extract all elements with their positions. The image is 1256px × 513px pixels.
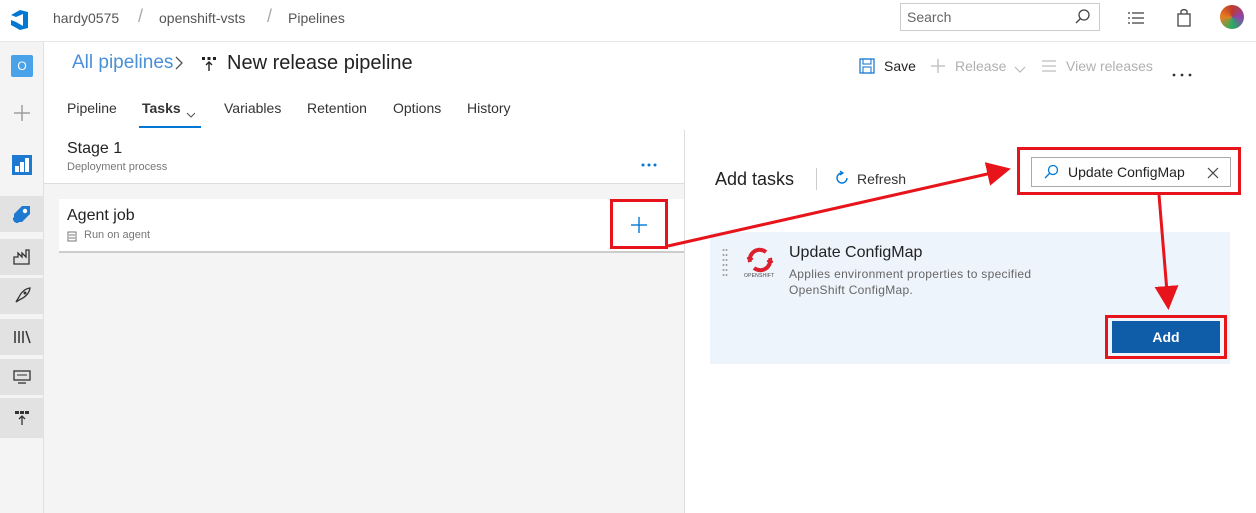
refresh-icon: [834, 170, 850, 191]
release-label: Release: [955, 58, 1007, 74]
server-icon: [67, 229, 77, 247]
boards-icon[interactable]: [0, 147, 44, 183]
tab-pipeline[interactable]: Pipeline: [67, 100, 117, 116]
search-icon: [1043, 164, 1059, 185]
tab-options[interactable]: Options: [393, 100, 441, 116]
agent-job-name: Agent job: [67, 207, 135, 224]
task-description-line-2: OpenShift ConfigMap.: [789, 283, 914, 297]
agent-job[interactable]: Agent job Run on agent: [59, 199, 684, 253]
process-pane: [44, 130, 685, 513]
openshift-logo-text: OPENSHIFT: [744, 273, 775, 279]
add-icon[interactable]: [0, 95, 44, 131]
task-name: Update ConfigMap: [789, 244, 923, 261]
task-description-line-1: Applies environment properties to specif…: [789, 267, 1032, 281]
project-item[interactable]: O: [0, 48, 44, 84]
stage-header[interactable]: Stage 1 Deployment process: [44, 130, 684, 184]
stage-more-icon[interactable]: [641, 154, 657, 172]
search-input[interactable]: [907, 9, 1067, 25]
task-search-box[interactable]: Update ConfigMap: [1031, 157, 1231, 187]
release-pipeline-icon: [201, 56, 217, 77]
agent-job-subtitle: Run on agent: [84, 229, 151, 241]
openshift-logo: OPENSHIFT: [744, 246, 776, 282]
plus-icon: [631, 217, 647, 233]
builds-icon[interactable]: [0, 239, 44, 275]
page-title: New release pipeline: [227, 52, 413, 74]
tab-retention[interactable]: Retention: [307, 100, 367, 116]
tab-tasks[interactable]: Tasks: [142, 100, 181, 116]
marketplace-bag-icon[interactable]: [1176, 8, 1192, 33]
stage-name: Stage 1: [67, 140, 123, 157]
global-search[interactable]: [900, 3, 1100, 31]
project-avatar: O: [11, 55, 33, 77]
deployment-groups-icon[interactable]: [0, 359, 44, 395]
breadcrumb-project[interactable]: openshift-vsts: [159, 10, 245, 26]
save-icon: [859, 58, 875, 79]
list-icon: [1041, 59, 1057, 78]
left-navigation-rail: O: [0, 42, 44, 513]
add-tasks-title: Add tasks: [715, 169, 795, 189]
task-search-input[interactable]: Update ConfigMap: [1068, 164, 1185, 180]
search-icon[interactable]: [1074, 8, 1092, 31]
stage-subtitle: Deployment process: [67, 161, 168, 173]
more-options-icon[interactable]: [1172, 64, 1192, 82]
list-icon[interactable]: [1127, 10, 1145, 31]
add-button[interactable]: Add: [1112, 321, 1220, 353]
save-label: Save: [884, 58, 916, 74]
divider: [816, 168, 817, 190]
chevron-right-icon: [174, 56, 184, 75]
openshift-icon: [746, 247, 774, 273]
breadcrumb-section[interactable]: Pipelines: [288, 10, 345, 26]
breadcrumb-separator: /: [138, 6, 144, 26]
tab-history[interactable]: History: [467, 100, 511, 116]
clear-search-icon[interactable]: [1207, 166, 1219, 184]
chevron-down-icon: [1014, 61, 1026, 79]
task-groups-icon[interactable]: [0, 398, 44, 438]
plus-icon: [930, 58, 946, 79]
tab-variables[interactable]: Variables: [224, 100, 281, 116]
breadcrumb-org[interactable]: hardy0575: [53, 10, 119, 26]
top-bar: hardy0575 / openshift-vsts / Pipelines: [0, 0, 1256, 42]
library-icon[interactable]: [0, 319, 44, 355]
refresh-label: Refresh: [857, 171, 907, 187]
chevron-down-icon: [186, 105, 196, 123]
releases-rocket-icon[interactable]: [0, 278, 44, 314]
avatar[interactable]: [1220, 5, 1244, 29]
breadcrumb-separator: /: [267, 6, 273, 26]
all-pipelines-link[interactable]: All pipelines: [72, 52, 173, 74]
add-task-button[interactable]: [628, 214, 650, 236]
active-tab-underline: [139, 126, 201, 128]
azure-devops-logo-icon[interactable]: [8, 8, 32, 32]
view-releases-label: View releases: [1066, 58, 1153, 74]
drag-handle-icon[interactable]: [722, 248, 728, 281]
pipelines-icon[interactable]: [0, 196, 44, 232]
